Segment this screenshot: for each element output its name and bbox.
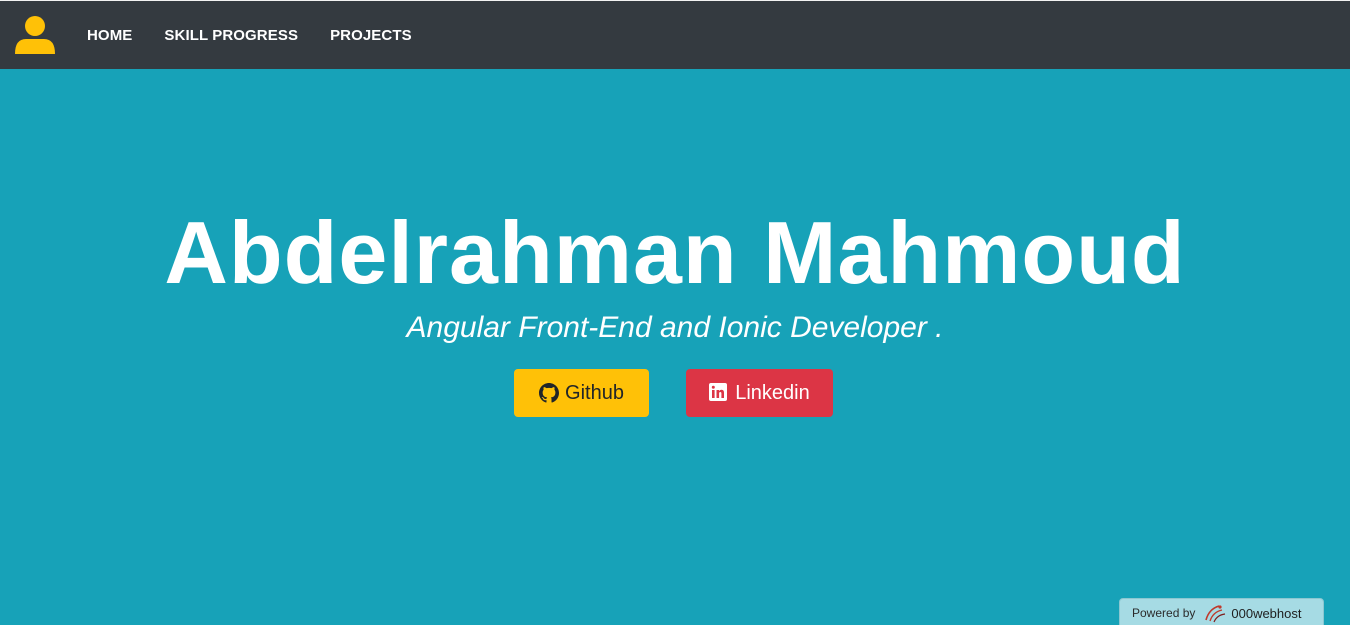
linkedin-button[interactable]: Linkedin (686, 369, 833, 417)
nav-link-projects[interactable]: PROJECTS (314, 27, 428, 44)
linkedin-button-label: Linkedin (735, 381, 810, 404)
hero-subtitle: Angular Front-End and Ionic Developer . (406, 311, 944, 344)
github-button[interactable]: Github (514, 369, 649, 417)
user-icon[interactable] (14, 14, 56, 56)
github-button-label: Github (565, 381, 624, 404)
000webhost-logo-icon (1203, 603, 1227, 623)
linkedin-icon (709, 383, 729, 403)
nav-link-skill-progress[interactable]: SKILL PROGRESS (148, 27, 314, 44)
000webhost-brand: 000webhost (1231, 605, 1302, 621)
navbar: HOME SKILL PROGRESS PROJECTS (0, 0, 1350, 69)
nav-link-home[interactable]: HOME (71, 27, 148, 44)
github-icon (539, 383, 560, 403)
powered-by-text: Powered by (1132, 606, 1196, 620)
hero-title: Abdelrahman Mahmoud (164, 203, 1186, 302)
nav-links: HOME SKILL PROGRESS PROJECTS (71, 1, 428, 70)
powered-by-badge[interactable]: Powered by 000webhost (1119, 598, 1324, 625)
